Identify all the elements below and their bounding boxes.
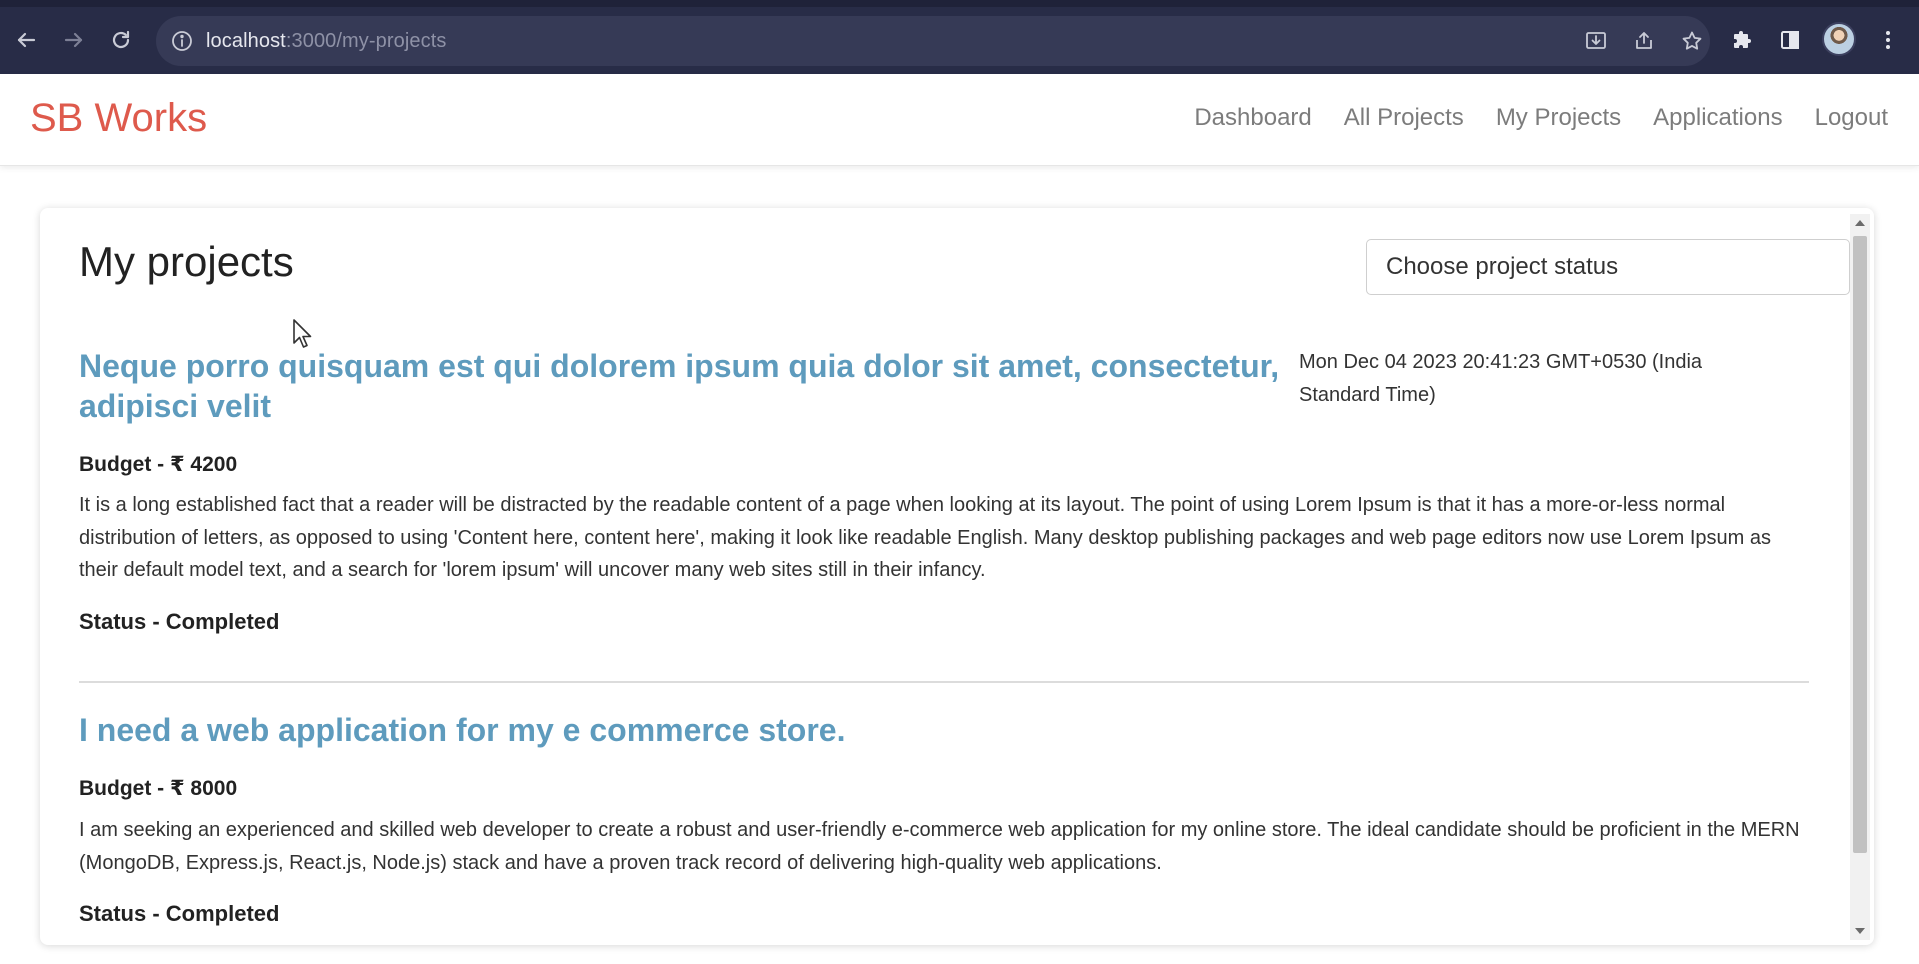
scroll-thumb[interactable]: [1853, 236, 1867, 853]
scroll-down-arrow-icon[interactable]: [1855, 928, 1865, 934]
scroll-up-arrow-icon[interactable]: [1855, 220, 1865, 226]
project-description: It is a long established fact that a rea…: [79, 494, 1771, 581]
star-icon: [1682, 31, 1702, 50]
bookmark-button[interactable]: [1672, 16, 1712, 66]
reload-icon: [112, 30, 130, 49]
project-divider: [79, 681, 1809, 683]
share-button[interactable]: [1624, 16, 1664, 66]
card-content: My projects Choose project status Neque …: [79, 208, 1850, 945]
browser-toolbar: localhost:3000/my-projects: [0, 0, 1919, 74]
puzzle-icon: [1734, 31, 1751, 48]
browser-tabstrip-edge: [0, 0, 1919, 7]
side-panel-icon: [1781, 31, 1799, 49]
project-budget: Budget - ₹ 8000: [79, 777, 238, 800]
project-item: Neque porro quisquam est qui dolorem ips…: [79, 346, 1809, 635]
arrow-left-icon: [17, 32, 36, 48]
url-host: localhost: [206, 29, 286, 52]
url-text[interactable]: localhost:3000/my-projects: [206, 30, 447, 53]
reload-button[interactable]: [101, 20, 141, 60]
address-bar[interactable]: localhost:3000/my-projects: [156, 16, 1710, 66]
url-path: :3000/my-projects: [285, 29, 447, 52]
extensions-button[interactable]: [1723, 20, 1763, 60]
nav-link-all-projects[interactable]: All Projects: [1344, 104, 1464, 132]
info-icon[interactable]: [170, 29, 194, 53]
card-scrollbar[interactable]: [1850, 214, 1870, 940]
forward-button[interactable]: [54, 20, 94, 60]
project-budget: Budget - ₹ 4200: [79, 453, 238, 476]
kebab-menu-icon: [1886, 31, 1890, 49]
share-icon: [1636, 32, 1652, 49]
project-item: I need a web application for my e commer…: [79, 710, 1809, 927]
app-navbar: SB Works Dashboard All Projects My Proje…: [0, 74, 1919, 166]
page-title: My projects: [79, 238, 294, 285]
brand-logo[interactable]: SB Works: [30, 96, 207, 141]
project-title[interactable]: Neque porro quisquam est qui dolorem ips…: [79, 346, 1289, 426]
side-panel-button[interactable]: [1770, 20, 1810, 60]
arrow-right-icon: [64, 32, 83, 48]
profile-avatar[interactable]: [1822, 22, 1856, 56]
project-description: I am seeking an experienced and skilled …: [79, 819, 1800, 874]
install-icon: [1586, 32, 1606, 49]
nav-link-my-projects[interactable]: My Projects: [1496, 104, 1621, 132]
nav-link-applications[interactable]: Applications: [1653, 104, 1782, 132]
nav-link-dashboard[interactable]: Dashboard: [1194, 104, 1311, 132]
project-title[interactable]: I need a web application for my e commer…: [79, 710, 1809, 750]
install-button[interactable]: [1576, 16, 1616, 66]
project-date: Mon Dec 04 2023 20:41:23 GMT+0530 (India…: [1299, 351, 1703, 406]
project-status-select[interactable]: Choose project status: [1366, 239, 1850, 295]
back-button[interactable]: [6, 20, 46, 60]
project-status: Status - Completed: [79, 608, 280, 634]
project-status: Status - Completed: [79, 901, 280, 926]
mouse-cursor-icon: [293, 319, 312, 348]
nav-links: Dashboard All Projects My Projects Appli…: [1194, 104, 1888, 132]
browser-menu-button[interactable]: [1868, 20, 1908, 60]
nav-link-logout[interactable]: Logout: [1815, 104, 1888, 132]
